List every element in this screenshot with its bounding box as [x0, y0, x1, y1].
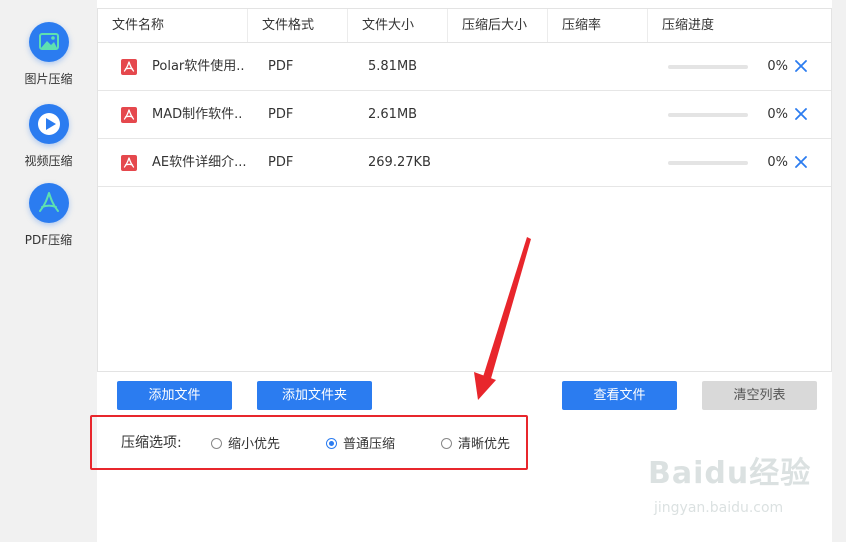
watermark-logo: Baidu经验 [648, 456, 812, 491]
watermark: Baidu经验 jingyan.baidu.com [648, 448, 838, 528]
watermark-url: jingyan.baidu.com [654, 500, 784, 516]
